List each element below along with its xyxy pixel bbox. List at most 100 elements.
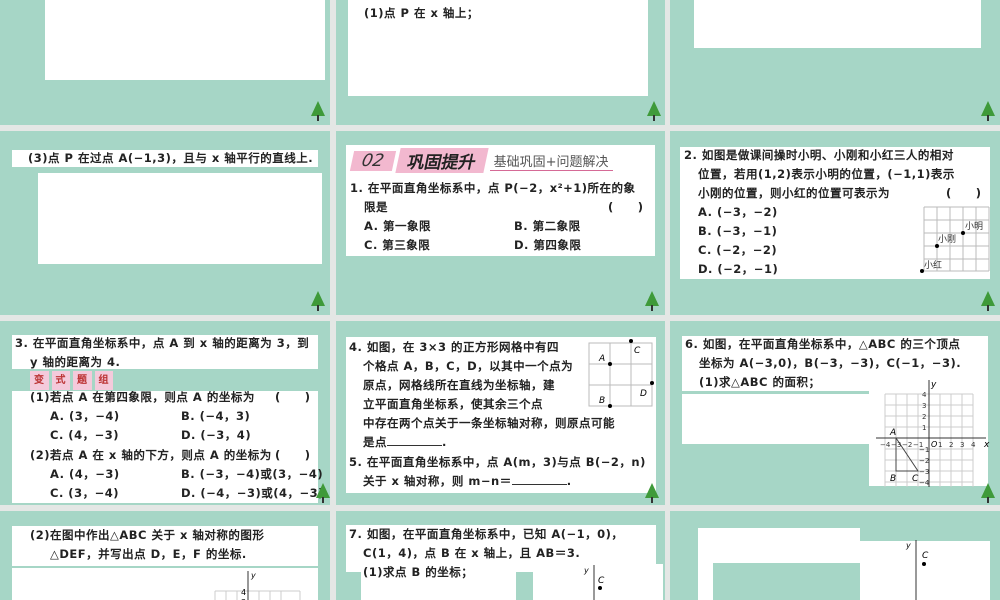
tick: 2 (922, 413, 926, 421)
origin-label: O (931, 440, 937, 449)
option-b: B. (−3，−4)或(3，−4) (181, 467, 324, 481)
tree-icon (311, 291, 325, 311)
option-d: D. (−3，4) (181, 428, 252, 442)
option-a: A. (4，−3) (50, 467, 120, 481)
axis-x-label: x (983, 440, 990, 450)
axis-y-label: y (930, 380, 937, 390)
question-line: 5. 在平面直角坐标系中，点 A(m，3)与点 B(−2，n) (349, 455, 646, 469)
answer-blank[interactable] (387, 434, 442, 446)
question-line: (1)求点 B 的坐标； (363, 565, 474, 579)
sub-question: (1)若点 A 在第四象限，则点 A 的坐标为 (30, 390, 255, 404)
option-c: C. (3，−4) (50, 486, 119, 500)
slide-5: 02 巩固提升 基础巩固+问题解决 1. 在平面直角坐标系中，点 P(−2，x²… (336, 131, 665, 315)
variant-tag: 变式题组 (30, 370, 116, 390)
tick: −2 (919, 457, 929, 465)
option-a: A. (3，−4) (50, 409, 120, 423)
question-line: 3. 在平面直角坐标系中，点 A 到 x 轴的距离为 3，到 (15, 336, 310, 350)
option-b: B. (−4，3) (181, 409, 251, 423)
question-line: 坐标为 A(−3,0)，B(−3，−3)，C(−1，−3). (699, 356, 962, 370)
axis-y-label: y (905, 541, 911, 550)
option-c: C. (−2，−2) (698, 243, 778, 257)
option-b: B. (−3，−1) (698, 224, 778, 238)
label-c: C (598, 576, 605, 586)
answer-area (38, 173, 322, 264)
label-c: C (912, 474, 919, 484)
coordinate-figure: y C (905, 540, 929, 600)
answer-area (694, 0, 981, 48)
text: 关于 x 轴对称，则 m−n＝ (363, 474, 512, 488)
question-line: 1. 在平面直角坐标系中，点 P(−2，x²+1)所在的象 (350, 181, 636, 195)
question-line: 4. 如图，在 3×3 的正方形网格中有四 (349, 340, 560, 354)
coordinate-plane-figure: y x O A B C −4 −3 −2 −1 1234 4321 −1−2−3−4 (876, 380, 990, 487)
tree-icon (647, 101, 661, 121)
question-line: 限是 (364, 200, 388, 214)
question-line: 原点，网格线所在直线为坐标轴，建 (363, 378, 555, 392)
tick: −4 (880, 441, 891, 449)
answer-paren: ( ) (275, 448, 311, 462)
label-xiaoming: 小明 (965, 221, 983, 232)
slide-11: 7. 如图，在平面直角坐标系中，已知 A(−1，0)， C(1，4)，点 B 在… (336, 511, 665, 600)
option-b: B. 第二象限 (514, 219, 581, 233)
question-line: 7. 如图，在平面直角坐标系中，已知 A(−1，0)， (349, 527, 624, 541)
answer-blank[interactable] (511, 473, 567, 485)
tick: −1 (919, 446, 929, 454)
label-xiaogang: 小刚 (938, 234, 956, 245)
slide-4: (3)点 P 在过点 A(−1,3)，且与 x 轴平行的直线上. (0, 131, 330, 315)
label-c: C (634, 346, 641, 356)
question-line: 中存在两个点关于一条坐标轴对称，则原点可能 (363, 416, 615, 430)
option-d: D. 第四象限 (514, 238, 582, 252)
slide-10: (2)在图中作出△ABC 关于 x 轴对称的图形 △DEF，并写出点 D，E，F… (0, 511, 330, 600)
tick: 4 (922, 391, 927, 399)
label-b: B (599, 396, 605, 406)
answer-area (682, 394, 870, 444)
question-line: C(1，4)，点 B 在 x 轴上，且 AB＝3. (363, 546, 581, 560)
tree-icon (981, 483, 995, 503)
tree-icon (981, 291, 995, 311)
tick: 1 (938, 441, 942, 449)
tick: 1 (922, 424, 926, 432)
option-d: D. (−2，−1) (698, 262, 779, 276)
tick: −2 (902, 441, 912, 449)
question-line: △DEF，并写出点 D，E，F 的坐标. (50, 547, 247, 561)
question-line: 小刚的位置，则小红的位置可表示为 (698, 186, 890, 200)
answer-paren: ( ) (275, 390, 311, 404)
tick: −3 (891, 441, 901, 449)
slide-12: y C (670, 511, 1000, 600)
tree-icon (645, 291, 659, 311)
tree-icon (311, 101, 325, 121)
section-title: 巩固提升 (394, 148, 489, 173)
option-d: D. (−4，−3)或(4，−3) (181, 486, 324, 500)
slide-2: (1)点 P 在 x 轴上； (336, 0, 665, 125)
slide-6: 2. 如图是做课间操时小明、小刚和小红三人的相对 位置，若用(1,2)表示小明的… (670, 131, 1000, 315)
answer-area (698, 528, 860, 563)
square-grid-figure: A C D B (588, 339, 654, 408)
sub-question: (2)若点 A 在 x 轴的下方，则点 A 的坐标为 (30, 448, 272, 462)
answer-area (698, 551, 713, 600)
slide-1 (0, 0, 330, 125)
option-a: A. (−3，−2) (698, 205, 778, 219)
question-line: 关于 x 轴对称，则 m−n＝. (363, 473, 572, 488)
question-line: 位置，若用(1,2)表示小明的位置，(−1,1)表示 (698, 167, 955, 181)
question-line: 立平面直角坐标系，使其余三个点 (363, 397, 543, 411)
question-line: (1)求△ABC 的面积； (699, 375, 821, 389)
slide-3 (670, 0, 1000, 125)
question-line: 2. 如图是做课间操时小明、小刚和小红三人的相对 (684, 148, 954, 162)
question-line: 个格点 A，B，C，D，以其中一个点为 (363, 359, 574, 373)
question-line: (2)在图中作出△ABC 关于 x 轴对称的图形 (30, 528, 265, 542)
tick: 3 (960, 441, 964, 449)
answer-paren: ( ) (946, 186, 982, 200)
position-grid-figure: 小明 小刚 小红 (920, 206, 990, 273)
answer-paren: ( ) (608, 200, 644, 214)
label-b: B (890, 474, 896, 484)
label-a: A (889, 428, 896, 438)
option-c: C. 第三象限 (364, 238, 431, 252)
answer-area (45, 0, 325, 80)
tick: 2 (949, 441, 953, 449)
question-text: (3)点 P 在过点 A(−1,3)，且与 x 轴平行的直线上. (28, 151, 314, 165)
option-a: A. 第一象限 (364, 219, 431, 233)
tree-icon (981, 101, 995, 121)
axis-y-label: y (250, 571, 256, 580)
tick: −3 (919, 468, 929, 476)
tick: 4 (971, 441, 976, 449)
tick: 3 (922, 402, 926, 410)
